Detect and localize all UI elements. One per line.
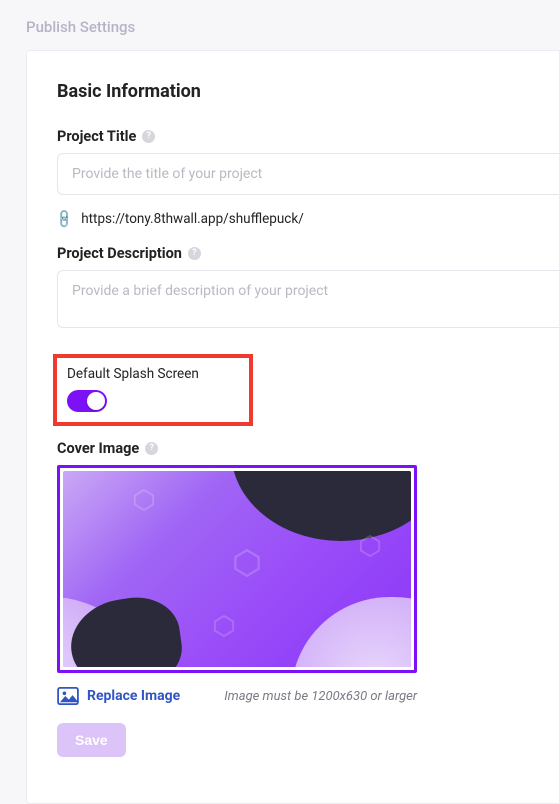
cover-image-label: Cover Image xyxy=(57,440,139,457)
cover-image-hint: Image must be 1200x630 or larger xyxy=(224,689,417,704)
image-icon xyxy=(57,687,79,705)
page-title: Publish Settings xyxy=(0,0,560,50)
cover-image-frame[interactable] xyxy=(57,465,417,673)
help-icon[interactable]: ? xyxy=(145,442,158,455)
project-description-label: Project Description xyxy=(57,245,182,262)
section-heading: Basic Information xyxy=(57,81,559,102)
save-button[interactable]: Save xyxy=(57,723,126,757)
project-title-field: Project Title ? xyxy=(57,128,559,195)
project-title-label: Project Title xyxy=(57,128,136,145)
project-url-row: 🔗 https://tony.8thwall.app/shufflepuck/ xyxy=(57,211,559,227)
splash-label: Default Splash Screen xyxy=(67,366,199,382)
splash-toggle[interactable] xyxy=(67,390,107,412)
replace-image-label: Replace Image xyxy=(87,688,180,704)
help-icon[interactable]: ? xyxy=(188,247,201,260)
splash-highlight: Default Splash Screen xyxy=(53,354,253,426)
project-description-input[interactable] xyxy=(57,270,559,328)
link-icon: 🔗 xyxy=(54,208,76,230)
toggle-knob xyxy=(87,392,105,410)
project-description-field: Project Description ? xyxy=(57,245,559,332)
replace-image-button[interactable]: Replace Image xyxy=(57,687,180,705)
project-url-text: https://tony.8thwall.app/shufflepuck/ xyxy=(81,211,304,227)
settings-card: Basic Information Project Title ? 🔗 http… xyxy=(26,50,560,804)
cover-image-preview xyxy=(63,471,411,667)
project-title-input[interactable] xyxy=(57,153,559,195)
cover-image-field: Cover Image ? Replac xyxy=(57,440,559,757)
help-icon[interactable]: ? xyxy=(142,130,155,143)
